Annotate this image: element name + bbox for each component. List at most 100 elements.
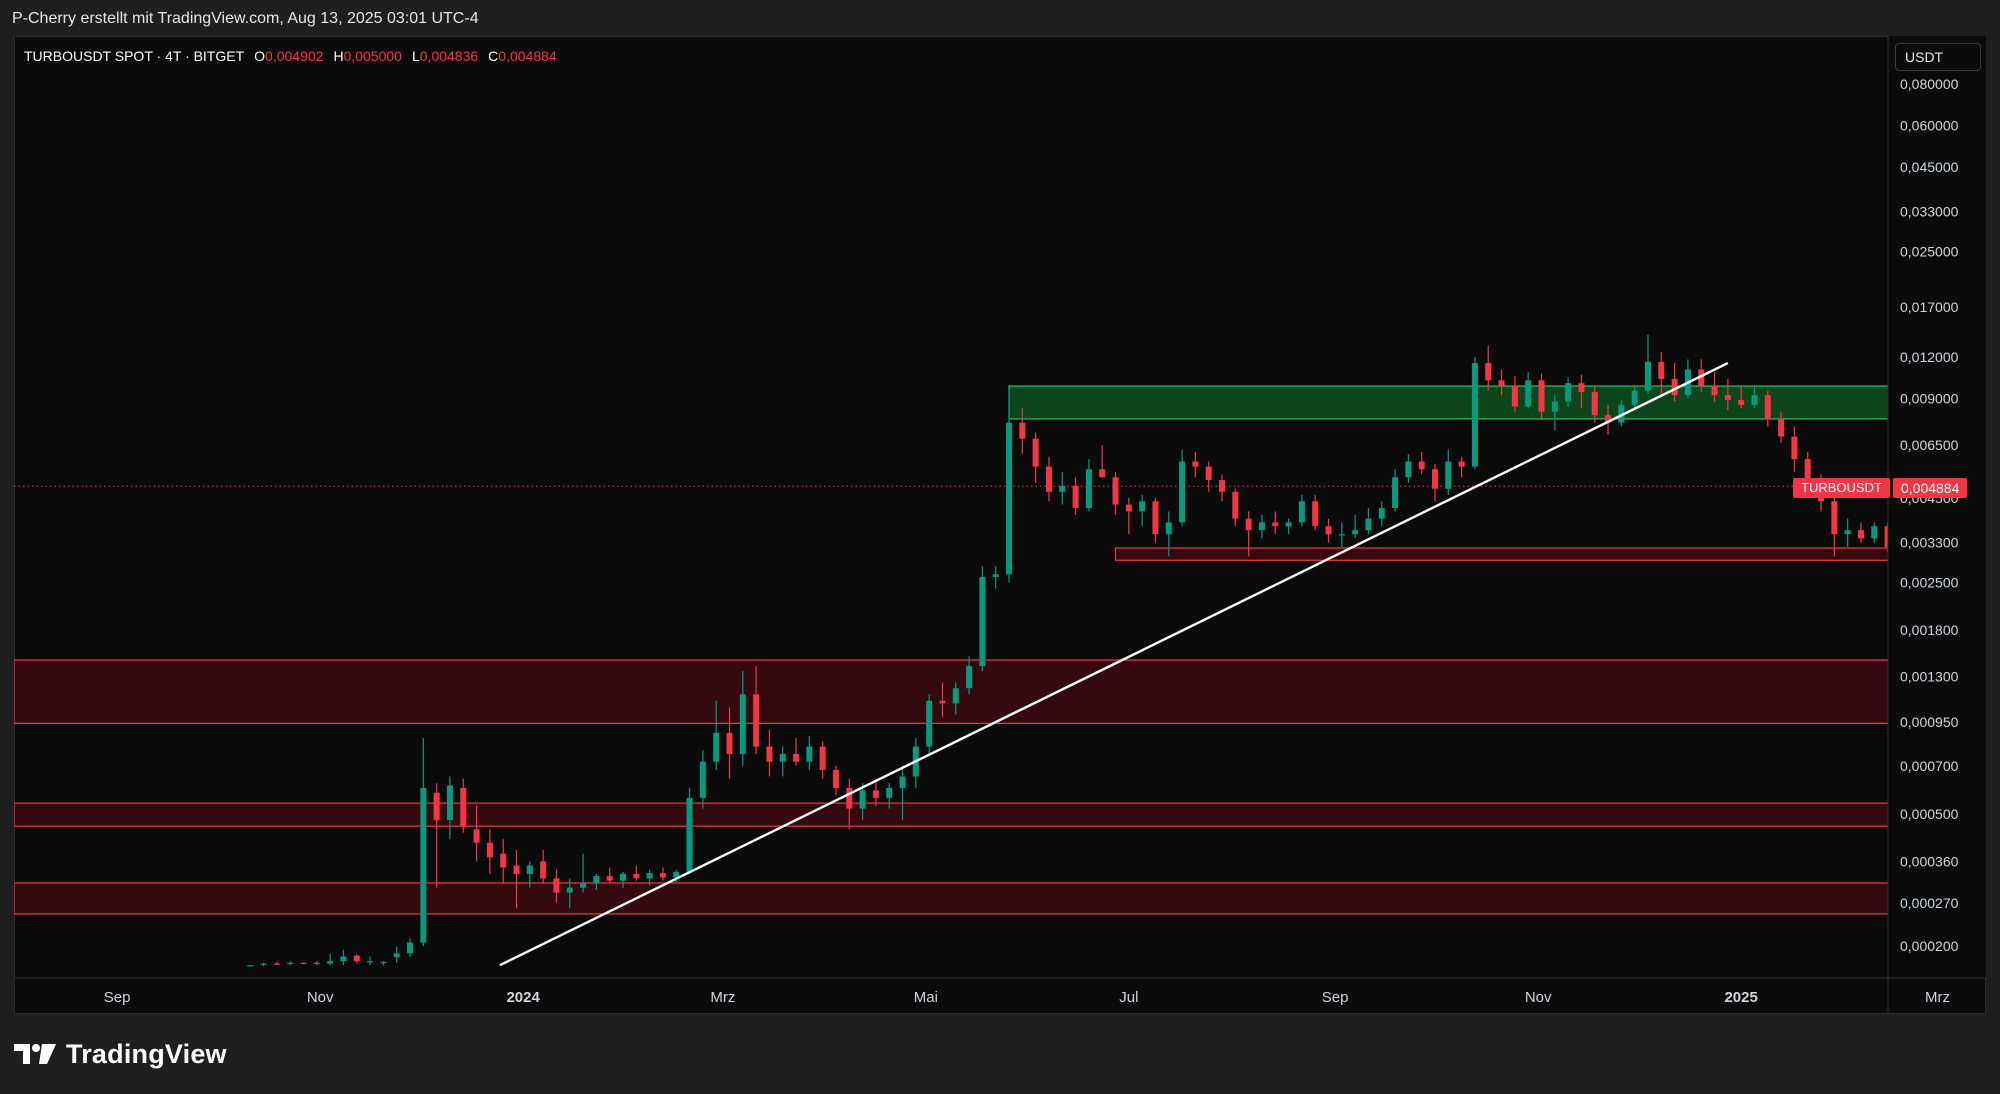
- candle-body: [1871, 526, 1878, 539]
- candle-body: [1085, 469, 1092, 508]
- candle-body: [1791, 436, 1798, 460]
- candle-body: [313, 962, 320, 964]
- candle-body: [446, 785, 453, 821]
- candle-body: [1485, 363, 1492, 381]
- currency-selector[interactable]: USDT: [1895, 43, 1981, 71]
- candle-body: [393, 953, 400, 958]
- candle-body: [646, 873, 653, 879]
- candle-body: [1764, 395, 1771, 419]
- candle-body: [1179, 461, 1186, 523]
- price-tick-label: 0,000360: [1900, 853, 1959, 869]
- legend-high-key: H: [333, 48, 344, 64]
- candle-body: [1445, 461, 1452, 489]
- time-tick-label: Jul: [1119, 989, 1138, 1006]
- candle-body: [1778, 418, 1785, 437]
- price-tick-label: 0,003300: [1900, 535, 1959, 551]
- time-tick-label: Nov: [1525, 989, 1552, 1006]
- candle-body: [1432, 469, 1438, 489]
- legend-close-key: C: [488, 48, 499, 64]
- candle-body: [979, 576, 986, 667]
- candle-body: [566, 887, 573, 893]
- candle-body: [593, 876, 600, 883]
- candle-body: [992, 574, 999, 577]
- candle-body: [1139, 501, 1146, 512]
- price-tick-label: 0,009000: [1900, 390, 1959, 406]
- candle-body: [1205, 466, 1212, 481]
- candle-body: [500, 853, 507, 868]
- candle-body: [1471, 363, 1478, 467]
- legend-low-key: L: [411, 48, 420, 64]
- candle-body: [926, 700, 933, 747]
- candle-body: [1591, 392, 1598, 416]
- support-zone-2: [14, 659, 1888, 724]
- candle-body: [513, 865, 520, 874]
- candle-body: [1857, 530, 1864, 539]
- candle-body: [1298, 501, 1305, 523]
- candle-body: [806, 746, 813, 762]
- legend-low: 0,004836: [419, 48, 479, 64]
- last-price-symbol-tag: TURBOUSDT: [1793, 478, 1890, 498]
- candle-body: [1844, 530, 1851, 535]
- legend-close: 0,004884: [498, 48, 557, 64]
- candle-body: [819, 746, 826, 770]
- resistance-zone-0: [1008, 385, 1888, 420]
- support-zone-4: [14, 882, 1888, 915]
- candle-body: [1165, 522, 1172, 535]
- candle-body: [1378, 507, 1385, 519]
- time-tick-label: 2025: [1724, 989, 1757, 1006]
- candle-body: [1032, 438, 1039, 467]
- candle-body: [367, 961, 374, 963]
- candle-body: [1365, 518, 1372, 531]
- price-tick-label: 0,001300: [1900, 669, 1959, 685]
- price-tick-label: 0,033000: [1900, 203, 1959, 219]
- candle-body: [1338, 534, 1345, 536]
- candle-body: [526, 865, 533, 874]
- price-tick-label: 0,000270: [1900, 895, 1959, 911]
- candle-body: [287, 962, 294, 964]
- time-tick-label: Sep: [104, 989, 131, 1006]
- brand-name: TradingView: [66, 1038, 227, 1069]
- price-tick-label: 0,012000: [1900, 349, 1959, 365]
- time-tick-label: Nov: [307, 989, 334, 1006]
- candle-body: [899, 776, 906, 788]
- legend-symbol: TURBOUSDT SPOT · 4T · BITGET: [24, 48, 245, 64]
- candle-body: [1072, 485, 1079, 508]
- candle-body: [1711, 386, 1718, 396]
- price-tick-label: 0,000200: [1900, 938, 1959, 954]
- candle-body: [260, 963, 267, 965]
- candle-body: [1019, 422, 1026, 439]
- candle-body: [1578, 383, 1585, 393]
- ohlc-legend: TURBOUSDT SPOT · 4T · BITGET O0,004902 H0,…: [24, 48, 557, 64]
- candle-body: [1831, 501, 1838, 535]
- candle-body: [1325, 526, 1332, 535]
- price-tick-label: 0,006500: [1900, 437, 1959, 453]
- candle-body: [872, 790, 879, 798]
- candle-body: [273, 963, 280, 965]
- candle-body: [620, 873, 626, 881]
- candle-body: [753, 694, 760, 747]
- candle-body: [327, 961, 334, 964]
- candle-body: [1525, 380, 1532, 407]
- candle-body: [1352, 530, 1359, 535]
- candle-body: [553, 878, 560, 893]
- candle-body: [713, 732, 720, 762]
- legend-high: 0,005000: [343, 48, 402, 64]
- candle-body: [1125, 504, 1132, 512]
- candle-body: [460, 787, 467, 827]
- tradingview-logo-icon: [14, 1044, 56, 1064]
- candle-body: [1112, 477, 1119, 505]
- price-tick-label: 0,017000: [1900, 299, 1959, 315]
- tradingview-brand[interactable]: TradingView: [14, 1036, 227, 1072]
- candle-body: [1498, 380, 1505, 387]
- candle-body: [1631, 390, 1638, 405]
- candle-body: [1458, 461, 1465, 467]
- price-tick-label: 0,025000: [1900, 243, 1959, 259]
- time-tick-label: Mrz: [710, 989, 735, 1006]
- candle-body: [1219, 480, 1226, 492]
- candle-body: [1272, 522, 1279, 527]
- candle-body: [1045, 466, 1052, 492]
- price-tick-label: 0,000700: [1900, 758, 1959, 774]
- chart-canvas[interactable]: 0,080000 0,060000 0,045000 0,033000 0,025000…: [0, 0, 2000, 1094]
- candle-body: [633, 873, 640, 879]
- time-tick-label: Mai: [914, 989, 938, 1006]
